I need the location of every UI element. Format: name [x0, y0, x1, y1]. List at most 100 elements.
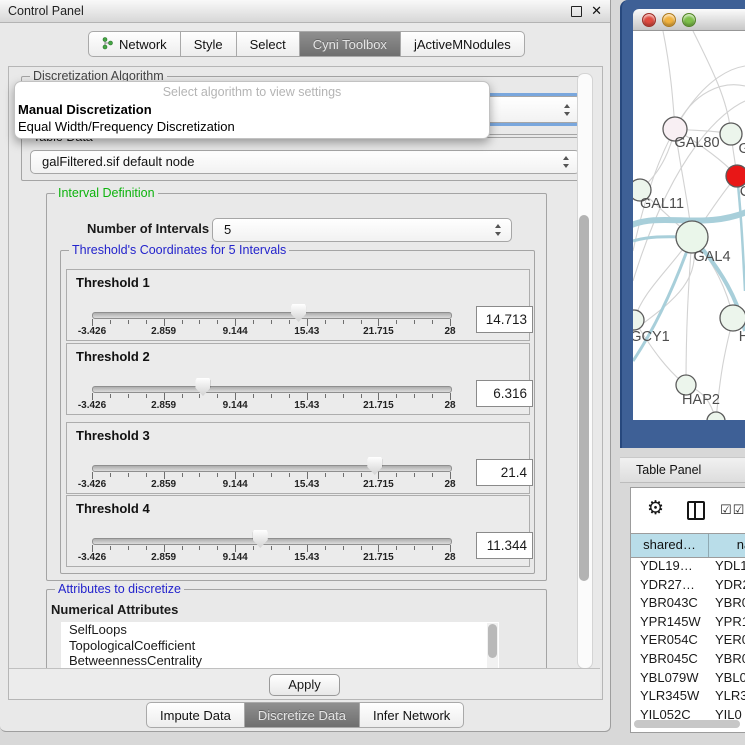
- minimize-traffic-light-icon[interactable]: [662, 13, 676, 27]
- table-row[interactable]: YDL19…YDL1: [631, 557, 745, 576]
- attributes-scrollbar-thumb[interactable]: [488, 624, 497, 658]
- tab-network[interactable]: Network: [88, 31, 181, 57]
- node-label: GAL4: [693, 249, 730, 265]
- table-row[interactable]: YDR27…YDR2: [631, 576, 745, 595]
- number-of-intervals-select[interactable]: 5: [212, 218, 512, 242]
- threshold-value-field[interactable]: 6.316: [476, 380, 533, 407]
- zoom-traffic-light-icon[interactable]: [682, 13, 696, 27]
- close-traffic-light-icon[interactable]: [642, 13, 656, 27]
- attribute-item-betweennesscentrality[interactable]: BetweennessCentrality: [61, 653, 499, 669]
- cell-name[interactable]: YLR3: [710, 687, 745, 706]
- table-toolbar: ⚙ ☑☑: [631, 488, 745, 533]
- slider-track[interactable]: [92, 312, 452, 319]
- tab-label: Discretize Data: [258, 708, 346, 723]
- split-columns-icon[interactable]: [687, 501, 705, 520]
- table-row[interactable]: YPR145WYPR1: [631, 613, 745, 632]
- close-icon[interactable]: ✕: [591, 2, 602, 20]
- combo-arrows-icon: [564, 104, 571, 116]
- interval-definition-group: Interval Definition Number of Intervals …: [46, 193, 547, 581]
- column-header-name[interactable]: na: [709, 534, 745, 557]
- threshold-value-field[interactable]: 14.713: [476, 306, 533, 333]
- tab-label: Select: [250, 37, 286, 52]
- cell-shared-name[interactable]: YDL19…: [631, 557, 710, 576]
- threshold-value-field[interactable]: 11.344: [476, 532, 533, 559]
- network-node-gcy1[interactable]: [633, 310, 644, 330]
- float-window-icon[interactable]: [571, 6, 582, 17]
- top-tab-bar: Network Style Select Cyni Toolbox jActiveMNo…: [88, 31, 525, 55]
- table-row[interactable]: YER054CYER0: [631, 631, 745, 650]
- network-icon: [102, 36, 113, 53]
- network-window-titlebar[interactable]: [633, 9, 745, 31]
- attributes-group: Attributes to discretize Numerical Attri…: [46, 589, 547, 673]
- tab-label: Cyni Toolbox: [313, 37, 387, 52]
- table-horizontal-scrollbar[interactable]: [634, 720, 740, 728]
- slider-track[interactable]: [92, 538, 452, 545]
- threshold-label: Threshold 2: [76, 349, 150, 364]
- bottom-tab-bar: Impute Data Discretize Data Infer Network: [146, 702, 464, 726]
- threshold-row-1: Threshold 1-3.4262.8599.14415.4321.71528…: [66, 269, 530, 341]
- node-label: GAL80: [674, 135, 719, 151]
- table-horizontal-scrollbar-thumb[interactable]: [634, 720, 740, 728]
- combo-arrows-icon: [495, 224, 502, 236]
- column-header-shared-name[interactable]: shared…: [631, 534, 709, 557]
- cell-name[interactable]: YDL1: [710, 557, 745, 576]
- table-row[interactable]: YBR045CYBR0: [631, 650, 745, 669]
- slider-track[interactable]: [92, 386, 452, 393]
- cell-name[interactable]: YBR0: [710, 650, 745, 669]
- table-row[interactable]: YBL079WYBL0: [631, 669, 745, 688]
- cell-shared-name[interactable]: YLR345W: [631, 687, 710, 706]
- tab-discretize-data[interactable]: Discretize Data: [245, 702, 360, 728]
- panel-scrollbar-thumb[interactable]: [579, 215, 589, 581]
- panel-scrollbar[interactable]: [577, 73, 593, 669]
- cell-name[interactable]: YDR2: [710, 576, 745, 595]
- number-of-intervals-label: Number of Intervals: [87, 221, 209, 236]
- table-row[interactable]: YBR043CYBR0: [631, 594, 745, 613]
- window-title: Control Panel: [8, 0, 84, 22]
- tab-style[interactable]: Style: [181, 31, 237, 57]
- tab-infer-network[interactable]: Infer Network: [360, 702, 464, 728]
- cell-name[interactable]: YBR0: [710, 594, 745, 613]
- cell-shared-name[interactable]: YBR045C: [631, 650, 710, 669]
- attributes-scrollbar[interactable]: [487, 623, 498, 668]
- threshold-value-field[interactable]: 21.4: [476, 459, 533, 486]
- table-row[interactable]: YLR345WYLR3: [631, 687, 745, 706]
- cell-shared-name[interactable]: YER054C: [631, 631, 710, 650]
- popup-item-equal-width-frequency[interactable]: Equal Width/Frequency Discretization: [18, 119, 235, 134]
- tab-select[interactable]: Select: [237, 31, 300, 57]
- select-columns-icon[interactable]: ☑☑: [720, 502, 745, 518]
- cell-name[interactable]: YBL0: [710, 669, 745, 688]
- table-data-value: galFiltered.sif default node: [42, 151, 194, 173]
- tab-label: Network: [119, 37, 167, 52]
- cell-shared-name[interactable]: YBL079W: [631, 669, 710, 688]
- tab-impute-data[interactable]: Impute Data: [146, 702, 245, 728]
- cell-shared-name[interactable]: YDR27…: [631, 576, 710, 595]
- slider-scale-labels: -3.4262.8599.14415.4321.71528: [92, 552, 450, 564]
- node-label: C: [740, 184, 745, 200]
- tab-jactivemnodules[interactable]: jActiveMNodules: [401, 31, 525, 57]
- slider-track[interactable]: [92, 465, 452, 472]
- control-panel-titlebar: Control Panel ✕: [0, 0, 610, 23]
- threshold-row-4: Threshold 4-3.4262.8599.14415.4321.71528…: [66, 495, 530, 567]
- network-canvas[interactable]: GAL80GACGAL11GAL4GCY1HHAP2: [633, 31, 745, 420]
- popup-item-manual-discretization[interactable]: Manual Discretization: [18, 102, 152, 117]
- network-node-h[interactable]: [720, 305, 745, 331]
- cell-shared-name[interactable]: YBR043C: [631, 594, 710, 613]
- cell-name[interactable]: YER0: [710, 631, 745, 650]
- table-header-row: shared… na: [631, 533, 745, 558]
- numerical-attributes-list[interactable]: SelfLoopsTopologicalCoefficientBetweenne…: [61, 622, 499, 669]
- node-label: H: [739, 329, 745, 345]
- attribute-item-topologicalcoefficient[interactable]: TopologicalCoefficient: [61, 638, 499, 654]
- network-node-partial[interactable]: [707, 412, 725, 420]
- gear-icon[interactable]: ⚙: [647, 497, 664, 520]
- table-panel-titlebar: Table Panel: [620, 457, 745, 483]
- algorithm-dropdown-popup: Select algorithm to view settings Manual…: [14, 81, 490, 139]
- thresholds-group: Threshold's Coordinates for 5 Intervals …: [60, 250, 535, 574]
- apply-button[interactable]: Apply: [269, 674, 340, 696]
- tab-cyni-toolbox[interactable]: Cyni Toolbox: [300, 31, 401, 57]
- attribute-item-selfloops[interactable]: SelfLoops: [61, 622, 499, 638]
- cell-shared-name[interactable]: YPR145W: [631, 613, 710, 632]
- table-data-select[interactable]: galFiltered.sif default node: [30, 150, 580, 174]
- slider-scale-labels: -3.4262.8599.14415.4321.71528: [92, 326, 450, 338]
- cell-name[interactable]: YPR1: [710, 613, 745, 632]
- attributes-group-title: Attributes to discretize: [55, 582, 184, 596]
